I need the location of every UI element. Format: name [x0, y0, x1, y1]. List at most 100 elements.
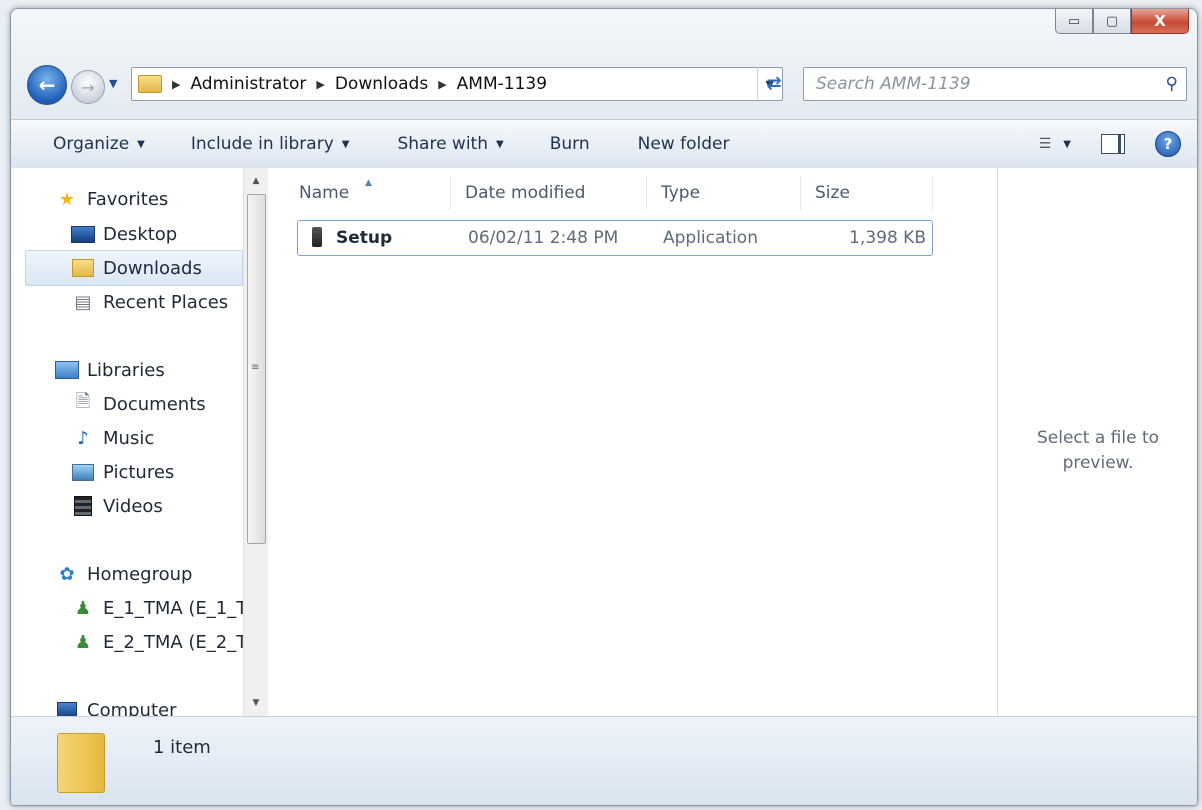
column-header-label: Type: [661, 183, 701, 203]
help-icon[interactable]: ?: [1155, 131, 1181, 157]
column-header-type[interactable]: Type: [647, 176, 801, 210]
burn-button[interactable]: Burn: [550, 134, 590, 154]
sidebar-item-label: Music: [103, 427, 155, 449]
address-bar[interactable]: ▶ Administrator ▶ Downloads ▶ AMM-1139 ▼: [131, 67, 783, 101]
scroll-up-icon[interactable]: ▲: [244, 170, 268, 192]
chevron-down-icon: ▼: [341, 138, 350, 150]
preview-pane-icon[interactable]: [1101, 134, 1125, 154]
include-in-library-label: Include in library: [190, 134, 334, 154]
application-icon: [312, 227, 322, 247]
scroll-grip-icon: ≡: [251, 362, 260, 373]
sidebar-item-videos[interactable]: Videos: [71, 495, 163, 517]
burn-label: Burn: [549, 134, 590, 154]
downloads-folder-icon: [71, 257, 95, 279]
view-options-dropdown-icon[interactable]: ▼: [1063, 139, 1071, 150]
sidebar-item-label: Libraries: [87, 359, 165, 381]
sidebar-item-downloads[interactable]: Downloads: [71, 257, 202, 279]
sidebar-item-favorites[interactable]: ★ Favorites: [55, 188, 168, 210]
maximize-button[interactable]: ▢: [1093, 9, 1131, 34]
search-input[interactable]: Search AMM-1139: [816, 74, 971, 94]
preview-pane: Select a file to preview.: [997, 168, 1197, 716]
preview-message: Select a file to preview.: [998, 426, 1197, 476]
folder-icon: [138, 75, 162, 93]
organize-button[interactable]: Organize ▼: [53, 134, 145, 154]
column-header-label: Name: [299, 183, 350, 203]
chevron-down-icon: ▼: [137, 138, 145, 150]
sidebar-item-pictures[interactable]: Pictures: [71, 461, 174, 483]
file-size: 1,398 KB: [849, 228, 926, 248]
sidebar-item-label: E_2_TMA (E_2_T: [103, 631, 243, 653]
sort-ascending-icon: ▲: [365, 178, 372, 188]
sidebar-item-documents[interactable]: 🗎 Documents: [71, 391, 206, 415]
sidebar-item-recent-places[interactable]: ▤ Recent Places: [71, 291, 228, 313]
sidebar-item-homegroup[interactable]: ✿ Homegroup: [55, 563, 192, 585]
content-area: ★ Favorites Desktop Downloads ▤ Recent P…: [11, 168, 1197, 716]
share-with-label: Share with: [397, 134, 488, 154]
details-pane: 1 item: [11, 716, 1197, 805]
sidebar-item-label: E_1_TMA (E_1_T: [103, 597, 243, 619]
refresh-button[interactable]: ⇄: [757, 67, 790, 99]
command-bar: Organize ▼ Include in library ▼ Share with…: [11, 119, 1197, 169]
back-button[interactable]: ←: [27, 65, 67, 105]
sidebar-item-label: Recent Places: [103, 291, 229, 313]
breadcrumb-amm-1139[interactable]: AMM-1139: [457, 74, 547, 94]
organize-label: Organize: [53, 134, 130, 154]
search-box[interactable]: Search AMM-1139 ⚲: [803, 67, 1187, 101]
sidebar-item-label: Documents: [103, 393, 206, 415]
navigation-pane: ★ Favorites Desktop Downloads ▤ Recent P…: [11, 168, 243, 716]
change-view-icon[interactable]: ☰: [1039, 136, 1052, 152]
folder-icon: [57, 733, 105, 793]
explorer-window: ▭ ▢ X ← → ▼ ▶ Administrator ▶ Downloads …: [10, 8, 1198, 806]
forward-button[interactable]: →: [71, 70, 105, 104]
back-arrow-icon: ←: [38, 73, 56, 97]
share-with-button[interactable]: Share with ▼: [397, 134, 503, 154]
forward-arrow-icon: →: [81, 77, 95, 97]
documents-icon: 🗎: [75, 391, 91, 412]
new-folder-button[interactable]: New folder: [638, 134, 730, 154]
search-icon[interactable]: ⚲: [1166, 74, 1178, 94]
sidebar-item-libraries[interactable]: Libraries: [55, 359, 165, 381]
sidebar-item-label: Downloads: [103, 257, 202, 279]
column-header-label: Date modified: [465, 183, 586, 203]
sidebar-item-label: Desktop: [103, 223, 178, 245]
sidebar-item-computer[interactable]: Computer: [55, 699, 176, 716]
libraries-icon: [55, 359, 79, 381]
star-icon: ★: [58, 188, 76, 210]
preview-message-line: preview.: [1062, 453, 1134, 473]
breadcrumb-downloads[interactable]: Downloads: [335, 74, 428, 94]
sidebar-item-label: Pictures: [103, 461, 175, 483]
sidebar-item-e1-tma[interactable]: ♟ E_1_TMA (E_1_T: [71, 597, 243, 619]
sidebar-item-desktop[interactable]: Desktop: [71, 223, 177, 245]
sidebar-item-e2-tma[interactable]: ♟ E_2_TMA (E_2_T: [71, 631, 243, 653]
include-in-library-button[interactable]: Include in library ▼: [191, 134, 350, 154]
breadcrumb-administrator[interactable]: Administrator: [190, 74, 306, 94]
file-type: Application: [663, 228, 758, 248]
breadcrumb-separator-icon[interactable]: ▶: [316, 78, 324, 91]
sidebar-item-label: Videos: [103, 495, 163, 517]
table-row[interactable]: Setup 06/02/11 2:48 PM Application 1,398…: [297, 220, 933, 256]
chevron-down-icon: ▼: [496, 138, 504, 150]
column-header-name[interactable]: ▲ Name: [285, 176, 451, 210]
scroll-down-icon[interactable]: ▼: [244, 692, 268, 714]
minimize-button[interactable]: ▭: [1055, 9, 1093, 34]
recent-places-icon: ▤: [74, 291, 92, 313]
sidebar-item-music[interactable]: ♪ Music: [71, 427, 154, 449]
recent-pages-dropdown[interactable]: ▼: [109, 77, 117, 90]
column-header-date-modified[interactable]: Date modified: [451, 176, 647, 210]
file-name: Setup: [336, 228, 393, 248]
pictures-icon: [71, 461, 95, 483]
column-header-size[interactable]: Size: [801, 176, 933, 210]
homegroup-icon: ✿: [59, 563, 75, 585]
preview-message-line: Select a file to: [1036, 428, 1160, 448]
breadcrumb-separator-icon[interactable]: ▶: [172, 78, 180, 91]
navigation-scrollbar[interactable]: ▲ ≡ ▼: [243, 168, 268, 716]
close-button[interactable]: X: [1131, 9, 1189, 34]
new-folder-label: New folder: [637, 134, 730, 154]
item-count: 1 item: [153, 737, 211, 758]
breadcrumb-separator-icon[interactable]: ▶: [438, 78, 446, 91]
sidebar-item-label: Homegroup: [87, 563, 193, 585]
computer-icon: [55, 699, 79, 716]
user-icon: ♟: [74, 597, 92, 619]
sidebar-item-label: Computer: [87, 699, 177, 717]
caption-buttons: ▭ ▢ X: [1055, 9, 1189, 34]
